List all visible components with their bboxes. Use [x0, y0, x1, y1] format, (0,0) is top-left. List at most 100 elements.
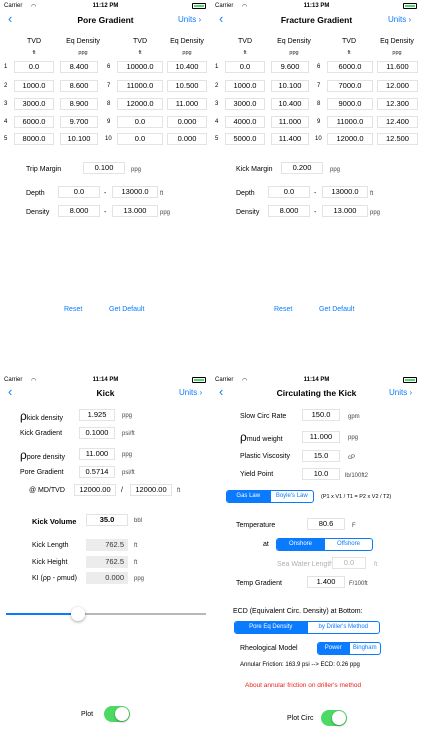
eq-density-field[interactable]: 11.000	[167, 98, 207, 110]
kick-volume-field[interactable]: 35.0	[86, 514, 128, 526]
tvd-field[interactable]: 0.0	[117, 116, 163, 128]
eq-density-field[interactable]: 10.400	[271, 98, 309, 110]
slow-circ-rate-field[interactable]: 150.0	[302, 409, 340, 421]
drillers-method-option[interactable]: by Driller's Method	[306, 622, 380, 633]
kick-height-label: Kick Height	[32, 559, 68, 566]
eq-density-field[interactable]: 10.500	[167, 80, 207, 92]
units-button[interactable]: Units ›	[178, 15, 201, 24]
tvd-field[interactable]: 12000.0	[327, 133, 373, 145]
tvd-field[interactable]: 8000.0	[14, 133, 54, 145]
eq-density-field[interactable]: 9.700	[60, 116, 98, 128]
depth-from-field[interactable]: 0.0	[58, 186, 100, 198]
kick-density-label: ρkick density	[20, 407, 63, 425]
eq-density-field[interactable]: 10.100	[271, 80, 309, 92]
fracture-gradient-screen: Carrier ◠ 11:13 PM ‹ Fracture Gradient U…	[211, 0, 422, 375]
temp-gradient-field[interactable]: 1.400	[307, 576, 345, 588]
kick-density-unit: ppg	[122, 413, 133, 419]
tvd-field[interactable]: 3000.0	[225, 98, 265, 110]
status-time: 11:13 PM	[303, 3, 330, 9]
tvd-field[interactable]: 10000.0	[117, 61, 163, 73]
eq-density-field[interactable]: 9.600	[271, 61, 309, 73]
density-to-field[interactable]: 13.000	[322, 205, 368, 217]
eq-density-field[interactable]: 0.000	[167, 116, 207, 128]
eq-density-field[interactable]: 11.000	[271, 116, 309, 128]
boyles-law-option[interactable]: Boyle's Law	[269, 491, 314, 502]
md-unit: ft	[177, 488, 181, 494]
plot-circ-toggle[interactable]	[321, 710, 347, 726]
get-default-button[interactable]: Get Default	[109, 306, 144, 313]
eq-density-field[interactable]: 8.900	[60, 98, 98, 110]
yield-point-field[interactable]: 10.0	[302, 468, 340, 480]
density-from-field[interactable]: 8.000	[268, 205, 310, 217]
eq-density-field[interactable]: 11.400	[271, 133, 309, 145]
tvd-field[interactable]: 7000.0	[327, 80, 373, 92]
tvd-field[interactable]: 12000.00	[130, 484, 172, 496]
plastic-viscosity-field[interactable]: 15.0	[302, 450, 340, 462]
tvd-field[interactable]: 12000.0	[117, 98, 163, 110]
tvd-field[interactable]: 4000.0	[225, 116, 265, 128]
depth-label: Depth	[26, 190, 45, 197]
eq-density-field[interactable]: 8.600	[60, 80, 98, 92]
row-number: 9	[107, 119, 111, 125]
tvd-field[interactable]: 5000.0	[225, 133, 265, 145]
tvd-field[interactable]: 0.0	[117, 133, 163, 145]
trip-margin-field[interactable]: 0.100	[83, 162, 125, 174]
pore-eq-density-option[interactable]: Pore Eq Density	[235, 622, 307, 633]
row-number: 6	[317, 64, 321, 70]
eq-density-field[interactable]: 0.000	[167, 133, 207, 145]
sea-water-length-field[interactable]: 0.0	[332, 557, 366, 569]
eq-density-field[interactable]: 12.400	[377, 116, 418, 128]
depth-to-field[interactable]: 13000.0	[322, 186, 368, 198]
tvd-field[interactable]: 6000.0	[327, 61, 373, 73]
temperature-field[interactable]: 80.6	[307, 518, 345, 530]
reset-button[interactable]: Reset	[64, 306, 82, 313]
eq-density-field[interactable]: 12.500	[377, 133, 418, 145]
eq-density-header: Eq Density	[66, 38, 100, 45]
depth-from-field[interactable]: 0.0	[268, 186, 310, 198]
eq-density-header: Eq Density	[170, 38, 204, 45]
kick-margin-unit: ppg	[330, 167, 341, 173]
onshore-option[interactable]: Onshore	[277, 539, 324, 550]
power-option[interactable]: Power	[318, 643, 349, 654]
eq-density-field[interactable]: 12.000	[377, 80, 418, 92]
kick-gradient-field[interactable]: 0.1000	[79, 427, 115, 439]
kick-margin-field[interactable]: 0.200	[281, 162, 323, 174]
get-default-button[interactable]: Get Default	[319, 306, 354, 313]
units-button[interactable]: Units ›	[389, 388, 412, 397]
eq-density-field[interactable]: 10.400	[167, 61, 207, 73]
depth-to-field[interactable]: 13000.0	[112, 186, 158, 198]
units-button[interactable]: Units ›	[388, 15, 411, 24]
eq-density-field[interactable]: 8.400	[60, 61, 98, 73]
about-annular-friction-link[interactable]: About annular friction on driller's meth…	[245, 682, 361, 689]
md-field[interactable]: 12000.00	[74, 484, 116, 496]
tvd-field[interactable]: 1000.0	[225, 80, 265, 92]
kick-density-field[interactable]: 1.925	[79, 409, 115, 421]
offshore-option[interactable]: Offshore	[324, 539, 372, 550]
tvd-field[interactable]: 9000.0	[327, 98, 373, 110]
pore-density-field[interactable]: 11.000	[79, 448, 115, 460]
units-button[interactable]: Units ›	[179, 388, 202, 397]
tvd-field[interactable]: 1000.0	[14, 80, 54, 92]
tvd-field[interactable]: 11000.0	[117, 80, 163, 92]
slider-thumb[interactable]	[71, 607, 85, 621]
kick-gradient-label: Kick Gradient	[20, 430, 63, 437]
tvd-field[interactable]: 0.0	[225, 61, 265, 73]
kick-slider[interactable]	[6, 607, 206, 621]
plot-toggle[interactable]	[104, 706, 130, 722]
pore-gradient-field[interactable]: 0.5714	[79, 466, 115, 478]
density-from-field[interactable]: 8.000	[58, 205, 100, 217]
eq-density-field[interactable]: 12.300	[377, 98, 418, 110]
gas-law-option[interactable]: Gas Law	[227, 491, 270, 502]
tvd-field[interactable]: 11000.0	[327, 116, 373, 128]
tvd-field[interactable]: 6000.0	[14, 116, 54, 128]
bingham-option[interactable]: Bingham	[348, 643, 381, 654]
tvd-field[interactable]: 3000.0	[14, 98, 54, 110]
density-to-field[interactable]: 13.000	[112, 205, 158, 217]
tvd-field[interactable]: 0.0	[14, 61, 54, 73]
eq-density-field[interactable]: 10.100	[60, 133, 98, 145]
ecd-method-segmented-control: Pore Eq Density by Driller's Method	[234, 621, 380, 634]
gas-law-formula: (P1 x V1 / T1 = P2 x V2 / T2)	[321, 494, 392, 500]
mud-weight-field[interactable]: 11.000	[302, 431, 340, 443]
eq-density-field[interactable]: 11.600	[377, 61, 418, 73]
reset-button[interactable]: Reset	[274, 306, 292, 313]
